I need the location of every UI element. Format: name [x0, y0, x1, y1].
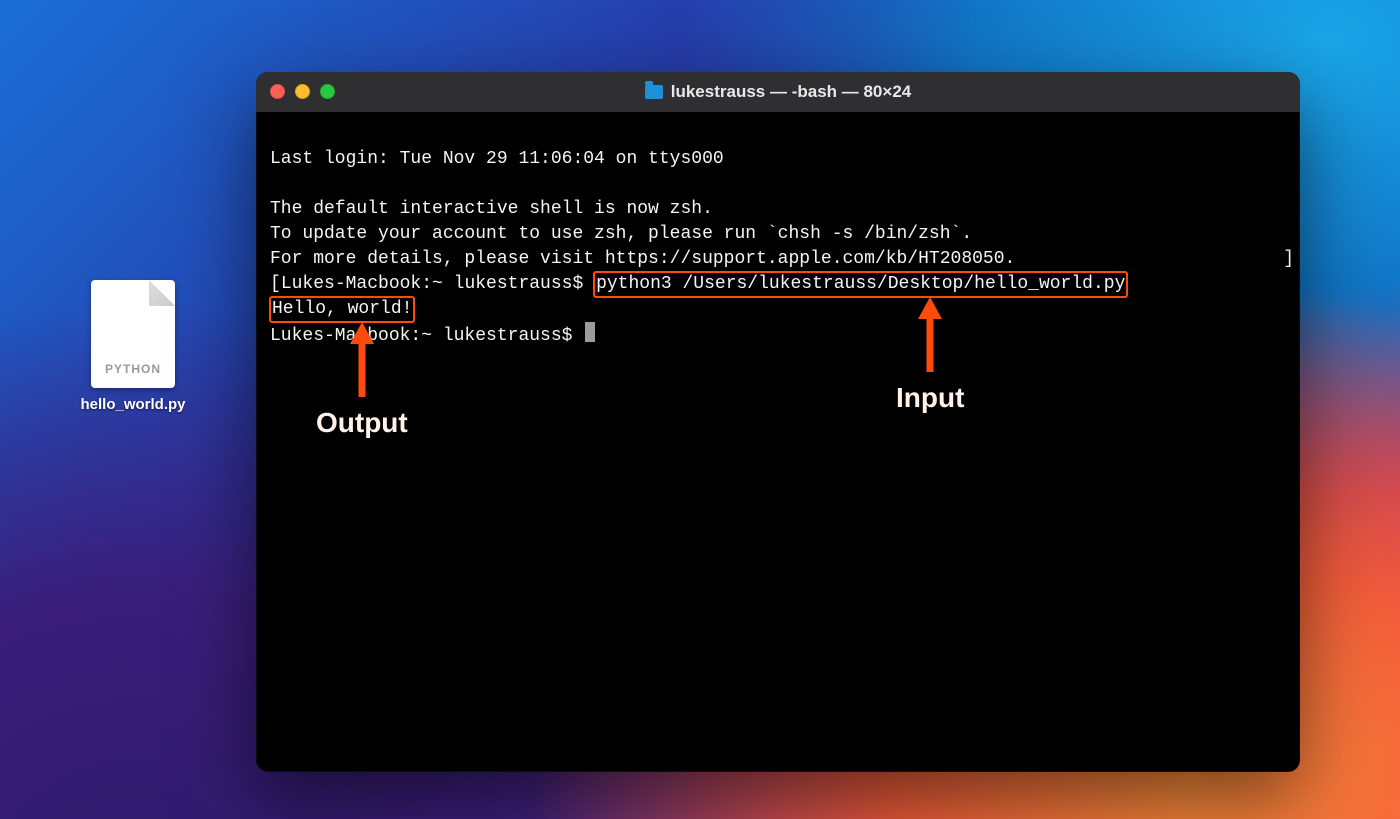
file-document-icon: PYTHON [91, 280, 175, 388]
window-title: lukestrauss — -bash — 80×24 [645, 82, 911, 102]
window-controls [270, 84, 335, 99]
terminal-line: The default interactive shell is now zsh… [270, 199, 713, 219]
file-name-label: hello_world.py [78, 396, 188, 413]
window-titlebar[interactable]: lukestrauss — -bash — 80×24 [256, 72, 1300, 112]
prompt-bracket-close: ] [1283, 247, 1294, 272]
prompt-bracket-open: [ [270, 274, 281, 294]
terminal-line: To update your account to use zsh, pleas… [270, 224, 972, 244]
file-type-badge: PYTHON [101, 362, 165, 376]
annotation-input: Input [896, 297, 964, 410]
annotation-output-label: Output [316, 410, 408, 435]
folder-icon [645, 85, 663, 99]
annotation-input-label: Input [896, 385, 964, 410]
minimize-button[interactable] [295, 84, 310, 99]
shell-prompt: Lukes-Macbook:~ lukestrauss$ [270, 326, 583, 346]
desktop: PYTHON hello_world.py lukestrauss — -bas… [0, 0, 1400, 819]
output-line-highlight: Hello, world! [270, 297, 414, 322]
terminal-content[interactable]: Last login: Tue Nov 29 11:06:04 on ttys0… [256, 112, 1300, 772]
arrow-up-icon [910, 297, 950, 377]
terminal-line: Last login: Tue Nov 29 11:06:04 on ttys0… [270, 149, 724, 169]
terminal-cursor [585, 322, 595, 342]
close-button[interactable] [270, 84, 285, 99]
desktop-file[interactable]: PYTHON hello_world.py [78, 280, 188, 413]
input-command-highlight: python3 /Users/lukestrauss/Desktop/hello… [594, 272, 1127, 297]
terminal-window[interactable]: lukestrauss — -bash — 80×24 Last login: … [256, 72, 1300, 772]
shell-prompt: Lukes-Macbook:~ lukestrauss$ [281, 274, 594, 294]
window-title-text: lukestrauss — -bash — 80×24 [671, 82, 911, 102]
zoom-button[interactable] [320, 84, 335, 99]
terminal-line: For more details, please visit https://s… [270, 249, 1015, 269]
